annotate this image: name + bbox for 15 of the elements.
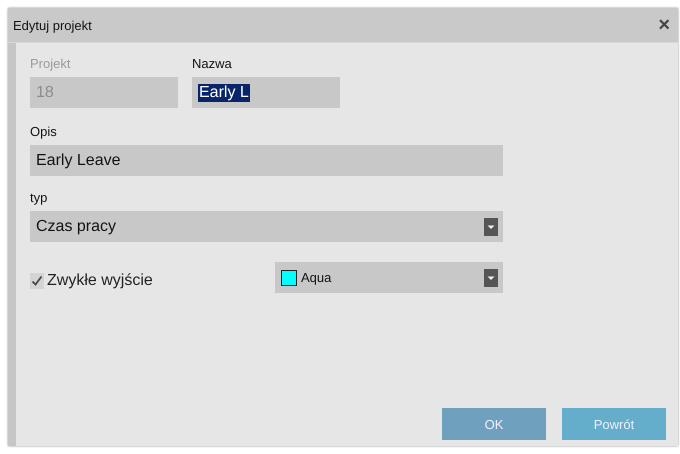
field-label: Projekt	[30, 56, 70, 73]
caret-icon	[484, 218, 498, 236]
field-label: Opis	[30, 124, 57, 141]
field-value: Early L	[198, 84, 250, 102]
field-label: typ	[30, 190, 48, 207]
field-label: Nazwa	[192, 56, 232, 73]
close-button[interactable]: ×	[658, 15, 670, 35]
color-dropdown[interactable]: Aqua	[275, 262, 503, 293]
caret-icon	[484, 268, 498, 286]
description-field[interactable]: Early Leave	[30, 145, 503, 176]
usual-exit-checkbox[interactable]: Zwykłe wyjście	[30, 272, 275, 290]
type-dropdown[interactable]: Czas pracy	[30, 211, 503, 242]
project-field: 18	[30, 77, 178, 108]
name-field[interactable]: Early L	[192, 77, 340, 108]
window-title: Edytuj projekt	[13, 18, 92, 32]
